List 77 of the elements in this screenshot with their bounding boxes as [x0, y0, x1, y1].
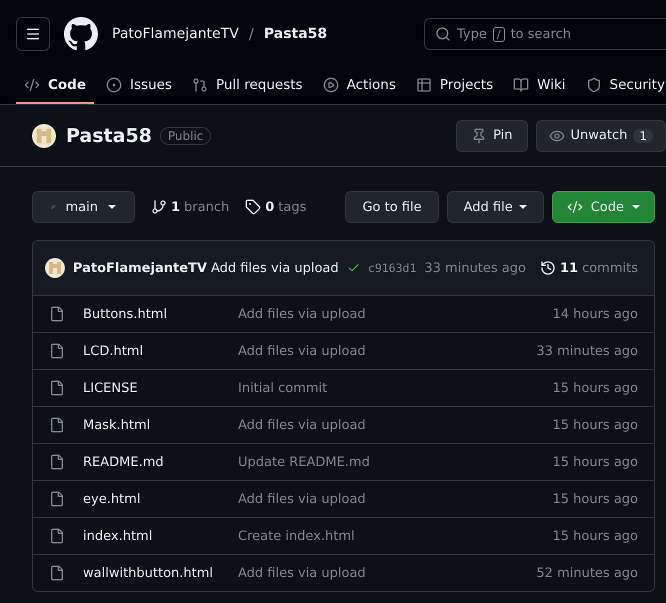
- code-icon: [24, 77, 40, 93]
- file-time: 15 hours ago: [552, 418, 638, 432]
- file-name[interactable]: LCD.html: [83, 344, 238, 358]
- search-icon: [435, 26, 451, 42]
- file-commit-message[interactable]: Add files via upload: [238, 344, 536, 358]
- history-icon: [540, 260, 556, 276]
- file-icon: [49, 491, 65, 507]
- nav-tab[interactable]: Actions: [314, 68, 404, 104]
- file-commit-message[interactable]: Add files via upload: [238, 492, 552, 506]
- branches-link[interactable]: 1 branch: [151, 199, 230, 215]
- repo-link[interactable]: Pasta58: [264, 26, 328, 42]
- nav-tab[interactable]: Projects: [408, 68, 502, 104]
- avatar: [45, 256, 65, 280]
- file-commit-message[interactable]: Initial commit: [238, 380, 552, 396]
- commit-hash[interactable]: c9163d1: [368, 261, 416, 275]
- table-icon: [416, 77, 432, 93]
- nav-tab[interactable]: Security: [578, 68, 666, 104]
- file-name[interactable]: eye.html: [83, 492, 238, 506]
- file-name[interactable]: Buttons.html: [83, 306, 238, 322]
- file-time: 52 minutes ago: [536, 566, 638, 580]
- play-icon: [322, 77, 339, 93]
- file-name[interactable]: README.md: [83, 454, 238, 470]
- breadcrumb-separator: /: [248, 25, 254, 43]
- file-icon: [49, 454, 65, 470]
- file-name[interactable]: index.html: [83, 528, 238, 544]
- file-icon: [49, 380, 65, 396]
- file-name[interactable]: LICENSE: [83, 380, 238, 396]
- nav-tab[interactable]: Code: [16, 68, 94, 104]
- file-icon: [49, 417, 65, 433]
- file-time: 15 hours ago: [552, 454, 638, 470]
- commit-author[interactable]: PatoFlamejanteTV: [72, 260, 207, 276]
- repo-title[interactable]: Pasta58: [66, 124, 152, 146]
- file-time: 15 hours ago: [552, 528, 638, 544]
- file-time: 33 minutes ago: [536, 344, 638, 358]
- nav-tab[interactable]: Wiki: [505, 68, 574, 104]
- book-icon: [513, 77, 530, 93]
- code-button[interactable]: Code: [552, 191, 655, 223]
- branch-selector[interactable]: main: [32, 191, 135, 223]
- file-commit-message[interactable]: Add files via upload: [238, 566, 536, 580]
- file-icon: [49, 306, 65, 322]
- file-commit-message[interactable]: Add files via upload: [238, 306, 552, 322]
- file-name[interactable]: Mask.html: [83, 418, 238, 432]
- octocat-logo[interactable]: [64, 17, 98, 51]
- pin-button[interactable]: Pin: [456, 120, 528, 152]
- menu-icon: [25, 26, 41, 42]
- shield-icon: [586, 77, 602, 93]
- file-time: 15 hours ago: [552, 380, 638, 396]
- tags-link[interactable]: 0 tags: [245, 199, 306, 215]
- commit-time: 33 minutes ago: [424, 260, 526, 276]
- file-icon: [49, 528, 65, 544]
- file-icon: [49, 565, 65, 581]
- code-icon: [566, 199, 583, 215]
- pull-request-icon: [192, 77, 208, 93]
- pin-icon: [471, 128, 488, 144]
- nav-tab[interactable]: Pull requests: [184, 68, 311, 104]
- file-time: 15 hours ago: [552, 492, 638, 506]
- file-commit-message[interactable]: Create index.html: [238, 528, 552, 544]
- nav-tab[interactable]: Issues: [98, 68, 180, 104]
- file-name[interactable]: wallwithbutton.html: [83, 566, 238, 580]
- file-time: 14 hours ago: [552, 306, 638, 322]
- avatar: [32, 124, 56, 148]
- menu-button[interactable]: [16, 17, 50, 51]
- search-field[interactable]: Type / to search: [424, 18, 666, 50]
- branch-icon: [151, 199, 167, 215]
- tag-icon: [245, 199, 262, 215]
- visibility-label: Public: [160, 126, 212, 144]
- watch-button[interactable]: Unwatch 1: [536, 120, 666, 152]
- file-commit-message[interactable]: Add files via upload: [238, 418, 552, 432]
- eye-icon: [548, 128, 565, 144]
- add-file-button[interactable]: Add file: [446, 191, 544, 223]
- circle-dot-icon: [106, 77, 122, 93]
- file-commit-message[interactable]: Update README.md: [238, 454, 552, 470]
- file-icon: [49, 343, 65, 359]
- commits-link[interactable]: 11 commits: [540, 260, 638, 276]
- owner-link[interactable]: PatoFlamejanteTV: [112, 26, 239, 42]
- commit-message[interactable]: Add files via upload: [210, 260, 339, 276]
- go-to-file-button[interactable]: Go to file: [345, 191, 439, 223]
